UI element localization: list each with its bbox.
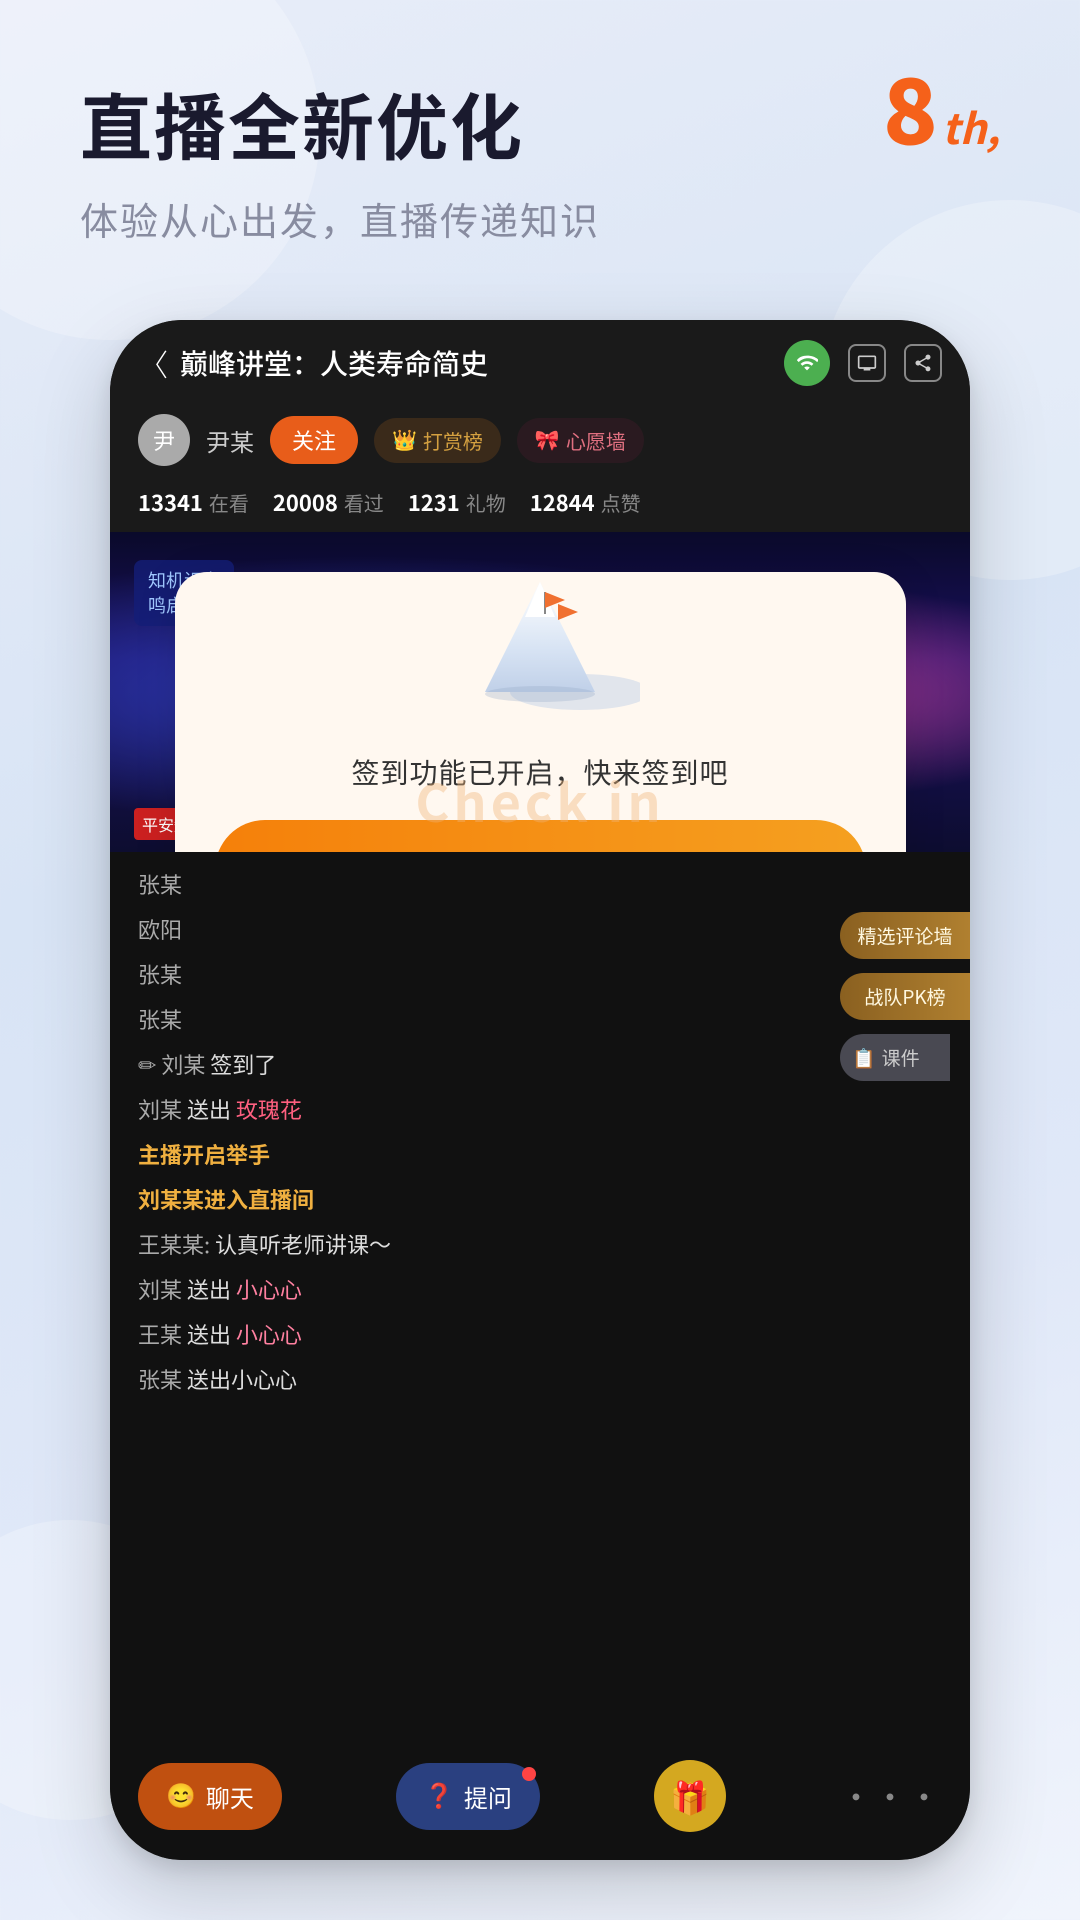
mountain-illustration: [440, 572, 640, 732]
popup-content: Check in 签到功能已开启，快来签到吧: [215, 732, 866, 792]
top-bar-left: 〈 巅峰讲堂：人类寿命简史: [138, 341, 488, 385]
selected-comments-button[interactable]: 精选评论墙: [840, 912, 970, 959]
chat-area: 张某 欧阳 张某 张某 ✏ 刘某 签到了 刘某 送出 玫: [110, 852, 970, 1744]
checkin-popup-overlay: Check in 签到功能已开启，快来签到吧 签到: [110, 532, 970, 852]
watched-count: 20008: [273, 486, 338, 518]
video-stage: 知机识变 鸣启未来 平安知鸟 平安知识: [110, 532, 970, 852]
gifts-label: 礼物: [466, 488, 506, 517]
watching-label: 在看: [209, 488, 249, 517]
crown-icon: 👑: [392, 428, 417, 453]
back-button[interactable]: 〈: [138, 341, 168, 385]
chat-content: 送出: [187, 1273, 231, 1305]
chat-content: 签到了: [210, 1048, 276, 1080]
chat-username: 主播开启举手: [138, 1138, 270, 1170]
live-top-bar: 〈 巅峰讲堂：人类寿命简史: [110, 320, 970, 402]
notification-dot: [522, 1767, 536, 1781]
gift-name: 小心心: [236, 1318, 302, 1350]
chat-message: 张某 送出小心心: [138, 1363, 942, 1396]
phone-outer: 〈 巅峰讲堂：人类寿命简史: [110, 320, 970, 1860]
badge-number: 8: [883, 60, 938, 150]
stats-row: 13341 在看 20008 看过 1231 礼物 12844 点赞: [110, 478, 970, 532]
question-icon: ❓: [424, 1782, 454, 1811]
pk-ranking-button[interactable]: 战队PK榜: [840, 973, 970, 1020]
checkin-popup-card: Check in 签到功能已开启，快来签到吧 签到: [175, 572, 906, 852]
chat-username: 欧阳: [138, 913, 182, 945]
chat-username: 张某: [138, 868, 182, 900]
likes-count: 12844: [530, 486, 595, 518]
gift-icon: 🎁: [670, 1773, 710, 1819]
watching-count: 13341: [138, 486, 203, 518]
likes-label: 点赞: [601, 488, 641, 517]
chat-content: 认真听老师讲课～: [215, 1228, 391, 1260]
stat-watching: 13341 在看: [138, 486, 249, 518]
chat-username: 刘某: [138, 1273, 187, 1305]
stat-likes: 12844 点赞: [530, 486, 641, 518]
stat-watched: 20008 看过: [273, 486, 384, 518]
chat-username: 张某: [138, 1003, 182, 1035]
courseware-button[interactable]: 📋 课件: [840, 1034, 950, 1081]
chat-message: 欧阳: [138, 913, 942, 946]
float-buttons-panel: 精选评论墙 战队PK榜 📋 课件: [840, 912, 970, 1081]
wifi-icon[interactable]: [784, 340, 830, 386]
streamer-name: 尹某: [206, 423, 254, 458]
chat-message: 王某某: 认真听老师讲课～: [138, 1228, 942, 1261]
streamer-avatar: 尹: [138, 414, 190, 466]
chat-username: 刘某某进入直播间: [138, 1183, 314, 1215]
more-button[interactable]: ···: [840, 1773, 942, 1819]
chat-message-enter: 刘某某进入直播间: [138, 1183, 942, 1216]
page-header: 直播全新优化 体验从心出发，直播传递知识: [80, 70, 1000, 246]
chat-message-gift: 刘某 送出 玫瑰花: [138, 1093, 942, 1126]
chat-message: 张某: [138, 1003, 942, 1036]
chat-username: ✏ 刘某: [138, 1048, 210, 1080]
chat-username: 张某: [138, 1363, 187, 1395]
stat-gifts: 1231 礼物: [408, 486, 506, 518]
top-bar-icons: [784, 340, 942, 386]
watched-label: 看过: [344, 488, 384, 517]
wish-wall-button[interactable]: 🎀 心愿墙: [517, 418, 644, 463]
chat-button[interactable]: 😊 聊天: [138, 1763, 282, 1830]
courseware-icon: 📋: [852, 1044, 876, 1071]
question-button[interactable]: ❓ 提问: [396, 1763, 540, 1830]
chat-content: 送出: [187, 1093, 231, 1125]
chat-username: 王某: [138, 1318, 187, 1350]
chat-message: 张某: [138, 868, 942, 901]
chat-content: 送出: [187, 1318, 231, 1350]
tv-icon[interactable]: [848, 344, 886, 382]
chat-content: 送出小心心: [187, 1363, 297, 1395]
chat-message-highlight: 主播开启举手: [138, 1138, 942, 1171]
phone-mockup: 〈 巅峰讲堂：人类寿命简史: [110, 320, 970, 1860]
live-room-title: 巅峰讲堂：人类寿命简史: [180, 343, 488, 383]
phone-inner: 〈 巅峰讲堂：人类寿命简史: [110, 320, 970, 1860]
courseware-label: 课件: [882, 1044, 920, 1071]
chat-username: 刘某: [138, 1093, 187, 1125]
gifts-count: 1231: [408, 486, 460, 518]
user-info-row: 尹 尹某 关注 👑 打赏榜 🎀 心愿墙: [110, 402, 970, 478]
gift-name: 小心心: [236, 1273, 302, 1305]
gift-button[interactable]: 🎁: [654, 1760, 726, 1832]
page-subtitle: 体验从心出发，直播传递知识: [80, 191, 1000, 246]
bottom-action-bar: 😊 聊天 ❓ 提问 🎁 ···: [110, 1744, 970, 1860]
chat-message-checkin: ✏ 刘某 签到了: [138, 1048, 942, 1081]
share-icon[interactable]: [904, 344, 942, 382]
checkin-watermark: Check in: [215, 762, 866, 837]
chat-username: 张某: [138, 958, 182, 990]
badge-suffix: th,: [942, 96, 1000, 157]
gift-name: 玫瑰花: [236, 1093, 302, 1125]
gift-small-icon: 🎀: [535, 428, 560, 453]
ranking-button[interactable]: 👑 打赏榜: [374, 418, 501, 463]
chat-username: 王某某:: [138, 1228, 215, 1260]
page-title: 直播全新优化: [80, 70, 1000, 175]
video-area: 知机识变 鸣启未来 平安知鸟 平安知识: [110, 532, 970, 852]
chat-message-gift: 王某 送出 小心心: [138, 1318, 942, 1351]
chat-message: 张某: [138, 958, 942, 991]
version-badge: 8 th,: [883, 60, 1000, 157]
chat-face-icon: 😊: [166, 1782, 196, 1811]
follow-button[interactable]: 关注: [270, 416, 358, 464]
chat-message-gift: 刘某 送出 小心心: [138, 1273, 942, 1306]
